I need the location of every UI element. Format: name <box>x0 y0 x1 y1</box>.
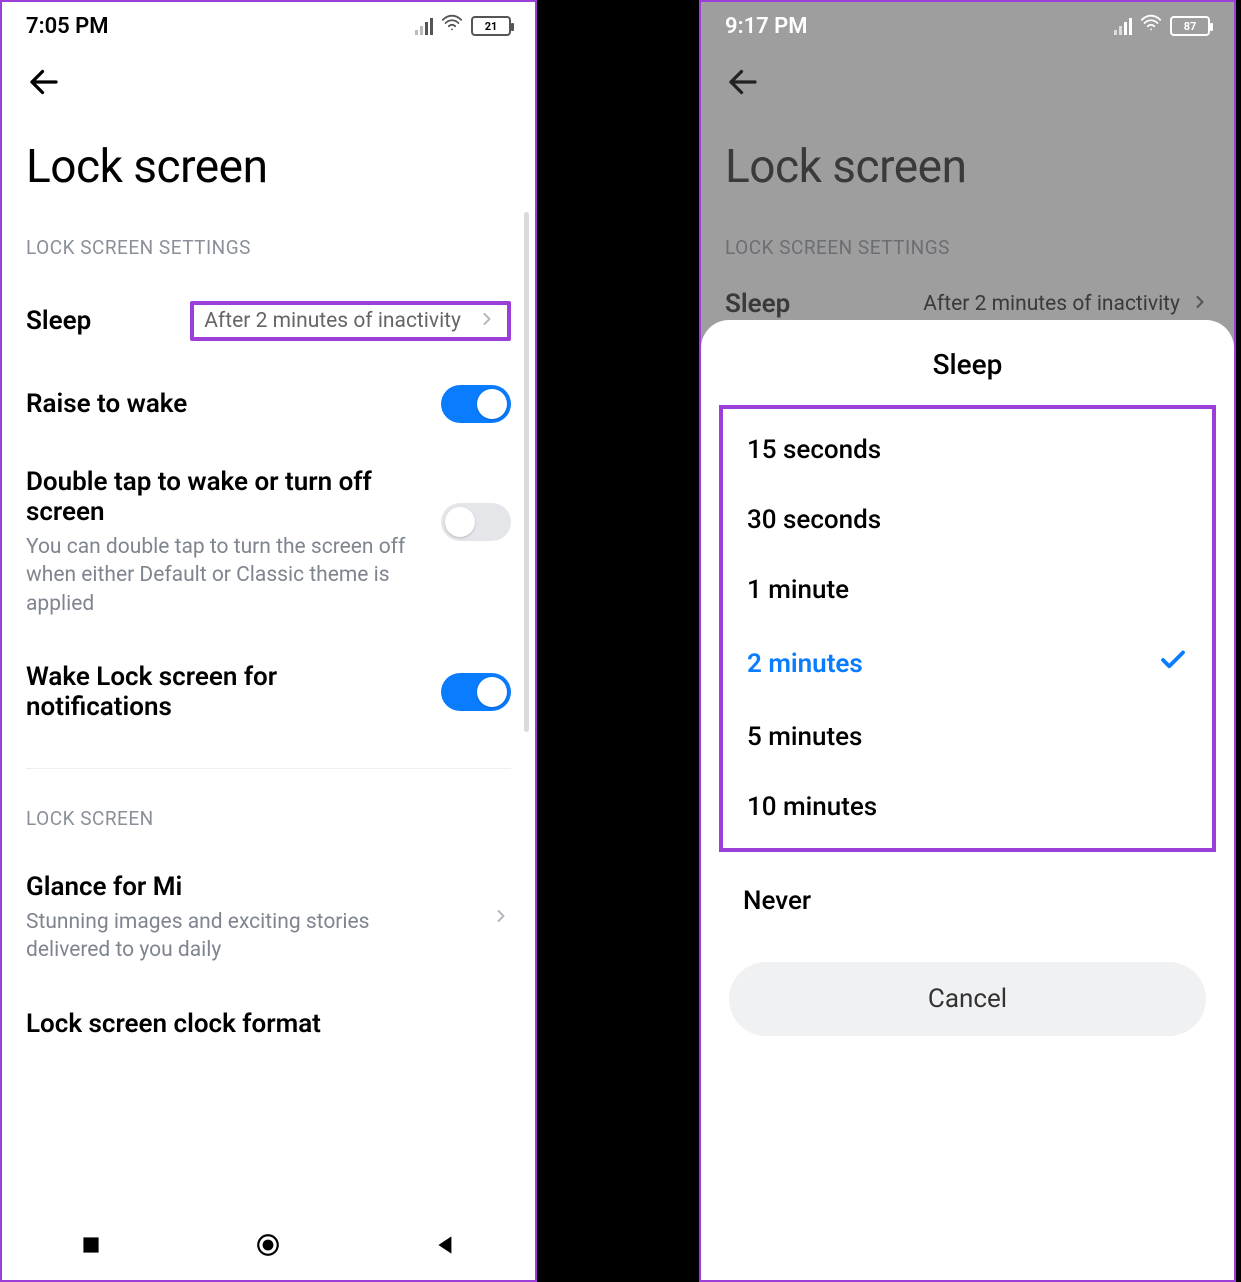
check-icon <box>1158 645 1188 682</box>
highlight-sleep-value: After 2 minutes of inactivity <box>190 301 511 341</box>
battery-icon: 21 <box>471 16 511 36</box>
row-glance[interactable]: Glance for Mi Stunning images and exciti… <box>26 850 511 987</box>
row-sleep-label: Sleep <box>26 306 176 336</box>
row-raise-to-wake[interactable]: Raise to wake <box>26 363 511 445</box>
sleep-bottom-sheet: Sleep 15 seconds 30 seconds 1 minute 2 m… <box>701 320 1234 1280</box>
row-wake-lock-notifications[interactable]: Wake Lock screen for notifications <box>26 640 511 744</box>
row-double-tap[interactable]: Double tap to wake or turn off screen Yo… <box>26 445 511 640</box>
row-wakelock-label: Wake Lock screen for notifications <box>26 662 366 722</box>
highlight-options: 15 seconds 30 seconds 1 minute 2 minutes… <box>719 405 1216 852</box>
option-5-minutes[interactable]: 5 minutes <box>723 702 1212 772</box>
chevron-right-icon <box>491 906 511 930</box>
row-dtap-sub: You can double tap to turn the screen of… <box>26 533 406 618</box>
scrollbar-thumb[interactable] <box>524 212 529 732</box>
signal-icon <box>1114 17 1132 35</box>
wifi-icon <box>441 12 463 40</box>
toggle-wake-lock[interactable] <box>441 673 511 711</box>
option-2-minutes[interactable]: 2 minutes <box>723 625 1212 702</box>
toggle-double-tap[interactable] <box>441 503 511 541</box>
status-time: 9:17 PM <box>725 14 808 39</box>
sheet-title: Sleep <box>701 348 1234 381</box>
cancel-button[interactable]: Cancel <box>729 962 1206 1036</box>
row-clock-format[interactable]: Lock screen clock format <box>26 987 511 1061</box>
battery-icon: 87 <box>1170 16 1210 36</box>
chevron-right-icon <box>1190 292 1210 316</box>
row-sleep-label: Sleep <box>725 289 909 319</box>
section-header-settings: LOCK SCREEN SETTINGS <box>701 222 1234 279</box>
section-header-lockscreen: LOCK SCREEN <box>2 793 535 850</box>
row-raise-label: Raise to wake <box>26 389 427 419</box>
row-clockfmt-label: Lock screen clock format <box>26 1009 497 1039</box>
row-dtap-label: Double tap to wake or turn off screen <box>26 467 427 527</box>
back-icon[interactable] <box>725 85 761 104</box>
nav-back-icon[interactable] <box>433 1232 459 1258</box>
row-sleep-value: After 2 minutes of inactivity <box>923 292 1180 316</box>
status-time: 7:05 PM <box>26 14 109 39</box>
wifi-icon <box>1140 12 1162 40</box>
page-title: Lock screen <box>2 104 535 222</box>
option-30-seconds[interactable]: 30 seconds <box>723 485 1212 555</box>
row-glance-label: Glance for Mi <box>26 872 467 902</box>
option-never[interactable]: Never <box>701 866 1234 936</box>
option-15-seconds[interactable]: 15 seconds <box>723 415 1212 485</box>
page-title: Lock screen <box>701 104 1234 222</box>
nav-home-icon[interactable] <box>255 1232 281 1258</box>
nav-recents-icon[interactable] <box>78 1232 104 1258</box>
status-bar: 7:05 PM 21 <box>2 2 535 46</box>
phone-left: 7:05 PM 21 Lock screen LOCK SCREEN SETTI… <box>0 0 537 1282</box>
chevron-right-icon <box>477 309 497 333</box>
signal-icon <box>415 17 433 35</box>
back-icon[interactable] <box>26 85 62 104</box>
row-glance-sub: Stunning images and exciting stories del… <box>26 908 406 965</box>
divider <box>26 768 511 769</box>
phone-right: 9:17 PM 87 Lock screen LOCK SCREEN SETTI… <box>699 0 1236 1282</box>
row-sleep[interactable]: Sleep After 2 minutes of inactivity <box>26 279 511 363</box>
android-navbar <box>2 1210 535 1280</box>
option-1-minute[interactable]: 1 minute <box>723 555 1212 625</box>
option-10-minutes[interactable]: 10 minutes <box>723 772 1212 842</box>
row-sleep-value: After 2 minutes of inactivity <box>204 309 461 333</box>
section-header-settings: LOCK SCREEN SETTINGS <box>2 222 535 279</box>
toggle-raise-to-wake[interactable] <box>441 385 511 423</box>
status-bar: 9:17 PM 87 <box>701 2 1234 46</box>
